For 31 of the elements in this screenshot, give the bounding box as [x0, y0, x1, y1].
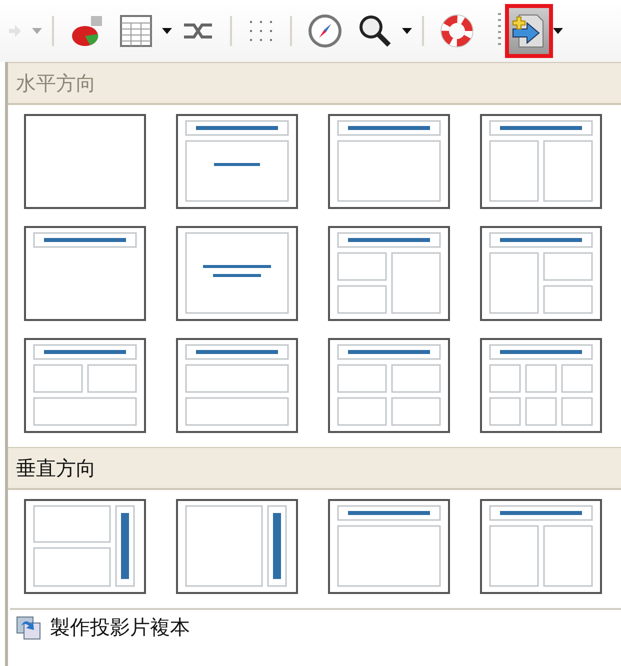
table-icon: [120, 15, 152, 47]
duplicate-slide-icon: [16, 616, 42, 640]
layout-thumbnail[interactable]: [480, 499, 602, 594]
layout-thumbnail[interactable]: [328, 499, 450, 594]
zoom-icon: [358, 14, 392, 48]
layout-thumbnail[interactable]: [328, 338, 450, 433]
layout-thumbnail[interactable]: [24, 499, 146, 594]
section-header: 垂直方向: [8, 447, 621, 490]
layout-thumbnail[interactable]: [24, 338, 146, 433]
layout-thumbnail[interactable]: [480, 338, 602, 433]
duplicate-slide-item[interactable]: 製作投影片複本: [8, 610, 198, 645]
layout-thumbnail[interactable]: [24, 114, 146, 209]
layout-thumbnail[interactable]: [328, 226, 450, 321]
compass-icon: [308, 14, 342, 48]
layout-thumbnail[interactable]: [176, 114, 298, 209]
caret-icon[interactable]: [553, 28, 563, 34]
pie-chart-icon: [70, 14, 104, 48]
section-header: 水平方向: [8, 62, 621, 105]
layout-thumbnail[interactable]: [176, 338, 298, 433]
layout-thumbnail[interactable]: [24, 226, 146, 321]
layout-thumbnail[interactable]: [480, 226, 602, 321]
toolbar-button[interactable]: [509, 8, 549, 54]
grid-dots-icon: [248, 19, 274, 43]
layout-thumbnail[interactable]: [328, 114, 450, 209]
forward-arrow-icon: [8, 24, 22, 38]
caret-icon[interactable]: [162, 28, 172, 34]
lifebuoy-icon: [440, 14, 474, 48]
layout-thumbnail[interactable]: [176, 226, 298, 321]
caret-icon[interactable]: [402, 28, 412, 34]
layout-thumbnail[interactable]: [480, 114, 602, 209]
layout-thumbnail[interactable]: [176, 499, 298, 594]
